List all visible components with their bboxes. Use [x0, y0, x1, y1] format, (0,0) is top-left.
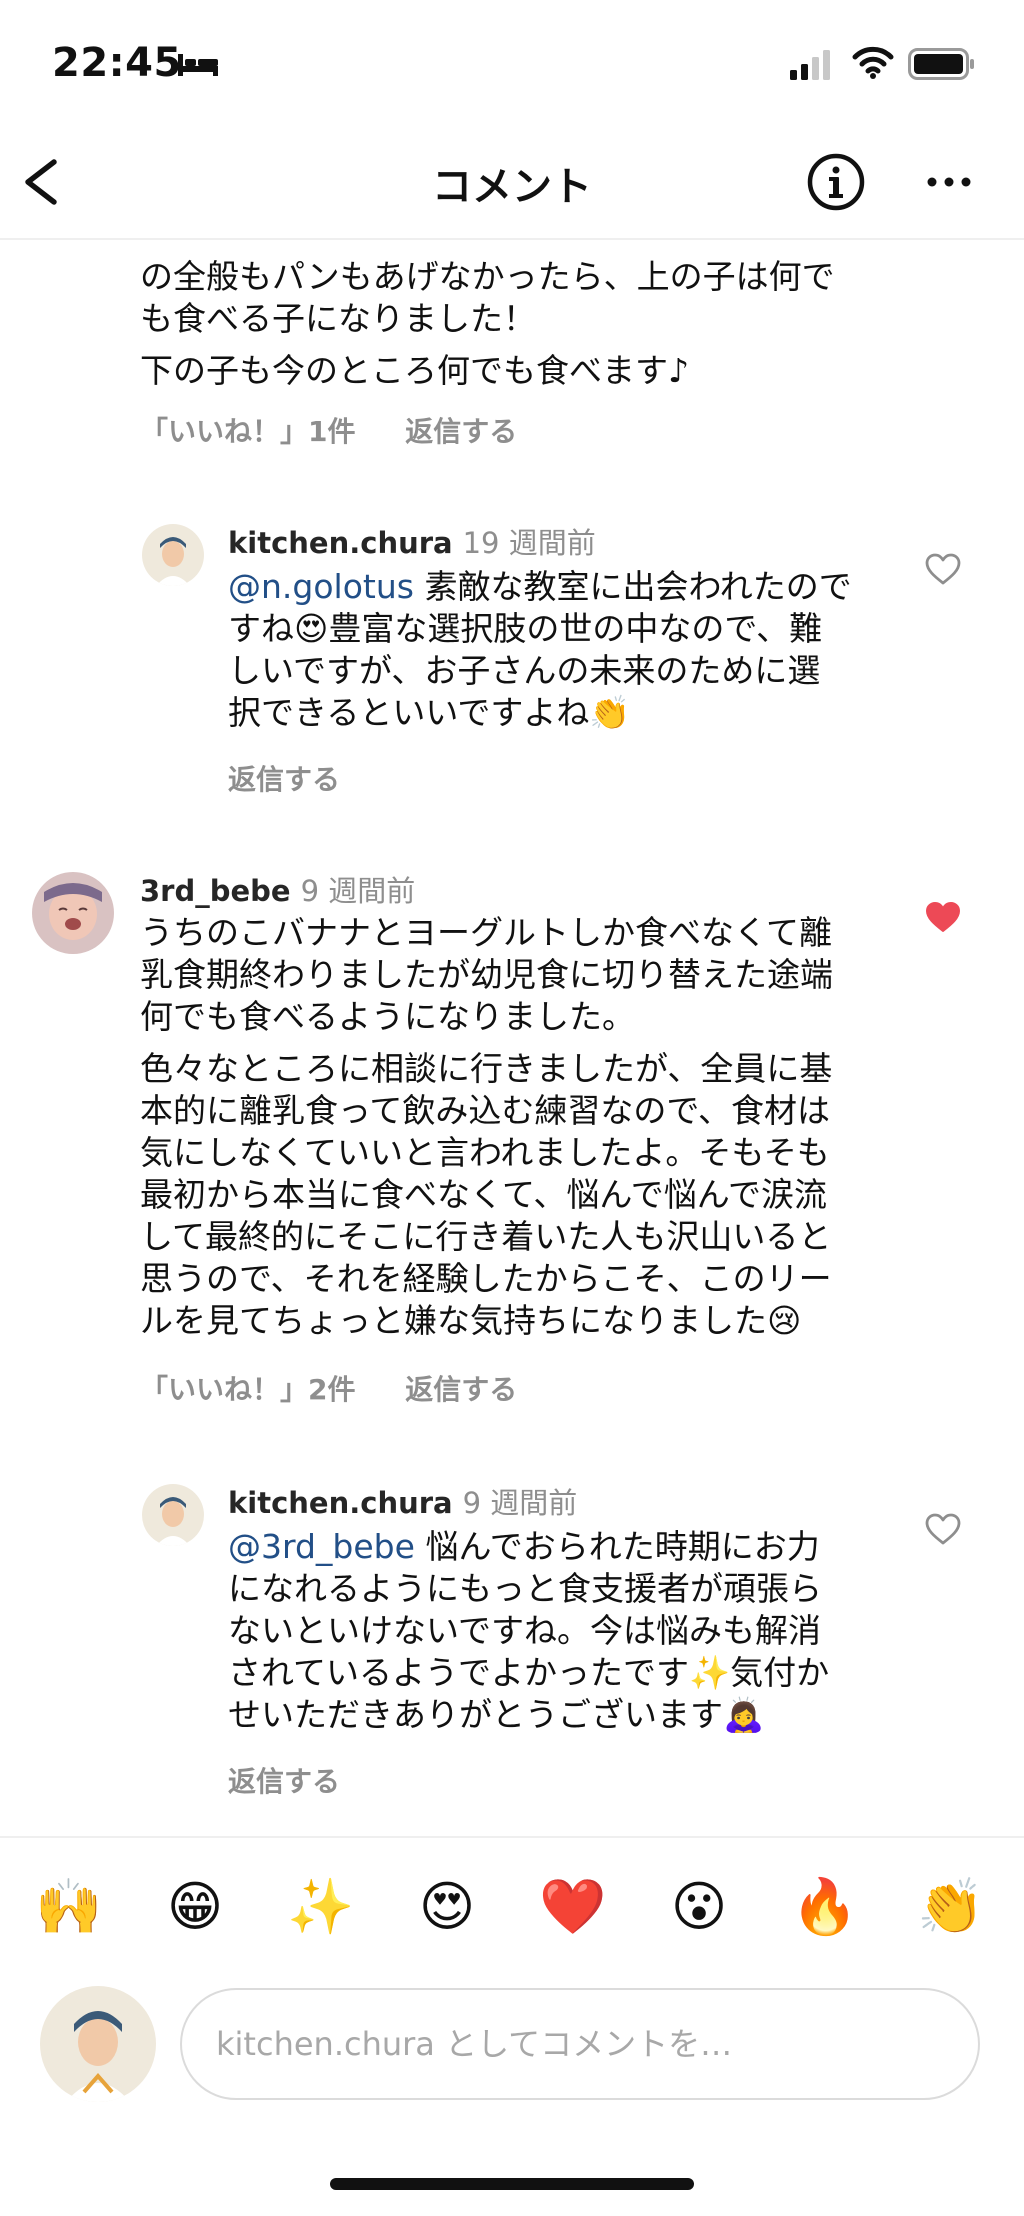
page-title: コメント — [432, 164, 592, 210]
reply-button[interactable]: 返信する — [228, 763, 340, 796]
comment-text: @3rd_bebe 悩んでおられた時期にお力 になれるようにもっと食支援者が頑張… — [228, 1527, 830, 1734]
kitchen-chura-avatar-image — [142, 524, 204, 586]
avatar[interactable] — [142, 524, 204, 586]
comment-meta: 返信する — [228, 1760, 340, 1800]
emoji-grin-button[interactable]: 😁 — [160, 1872, 230, 1942]
more-icon — [927, 177, 971, 187]
comment-header: 3rd_bebe 9 週間前 — [140, 868, 415, 910]
comments-list[interactable]: の全般もパンもあげなかったら、上の子は何で も食べる子になりました！ 下の子も今… — [0, 240, 1024, 1836]
heart-icon[interactable] — [924, 552, 962, 586]
comment-input[interactable] — [180, 1988, 980, 2100]
username[interactable]: 3rd_bebe — [140, 874, 291, 908]
time-ago: 9 週間前 — [462, 1486, 578, 1520]
username[interactable]: kitchen.chura — [228, 1486, 453, 1520]
heart-icon[interactable] — [924, 1512, 962, 1546]
emoji-red-heart-button[interactable]: ❤️ — [538, 1872, 608, 1942]
composer-avatar — [40, 1986, 156, 2102]
time-ago: 19 週間前 — [462, 526, 596, 560]
comment-text: @n.golotus 素敵な教室に出会われたので すね😍豊富な選択肢の世の中なの… — [228, 567, 852, 732]
reply-button[interactable]: 返信する — [405, 1373, 517, 1406]
emoji-sparkles-button[interactable]: ✨ — [286, 1872, 356, 1942]
mention-link[interactable]: @3rd_bebe — [228, 1527, 415, 1566]
likes-count[interactable]: 「いいね！」1件 — [140, 415, 355, 448]
emoji-fire-button[interactable]: 🔥 — [790, 1872, 860, 1942]
baby-avatar-image — [32, 872, 114, 954]
comment-header: kitchen.chura 9 週間前 — [228, 1480, 577, 1522]
emoji-bar-divider — [0, 1836, 1024, 1838]
more-options-button[interactable] — [922, 162, 976, 202]
likes-count[interactable]: 「いいね！」2件 — [140, 1373, 355, 1406]
time-ago: 9 週間前 — [300, 874, 416, 908]
bed-icon — [178, 54, 218, 76]
home-indicator — [330, 2178, 694, 2190]
emoji-heart-eyes-button[interactable]: 😍 — [412, 1872, 482, 1942]
info-icon — [807, 153, 865, 211]
comment-meta: 返信する — [228, 758, 340, 798]
kitchen-chura-avatar-image — [40, 1986, 156, 2102]
reply-button[interactable]: 返信する — [228, 1765, 340, 1798]
emoji-surprised-button[interactable]: 😮 — [664, 1872, 734, 1942]
emoji-raising-hands-button[interactable]: 🙌 — [34, 1872, 104, 1942]
comment-header: kitchen.chura 19 週間前 — [228, 520, 596, 562]
mention-link[interactable]: @n.golotus — [228, 567, 414, 606]
comment-text: うちのこバナナとヨーグルトしか食べなくて離 乳食期終わりましたが幼児食に切り替え… — [140, 913, 833, 1340]
kitchen-chura-avatar-image — [142, 1484, 204, 1546]
info-button[interactable] — [806, 152, 866, 212]
reply-button[interactable]: 返信する — [405, 415, 517, 448]
comment-meta: 「いいね！」2件 返信する — [140, 1368, 517, 1408]
status-time: 22:45 — [52, 40, 182, 86]
username[interactable]: kitchen.chura — [228, 526, 453, 560]
battery-icon — [908, 48, 974, 80]
emoji-clap-button[interactable]: 👏 — [916, 1872, 986, 1942]
avatar[interactable] — [32, 872, 114, 954]
comment-meta: 「いいね！」1件 返信する — [140, 410, 517, 450]
avatar[interactable] — [142, 1484, 204, 1546]
heart-icon[interactable] — [924, 900, 962, 934]
comment-text: の全般もパンもあげなかったら、上の子は何で も食べる子になりました！ 下の子も今… — [140, 257, 835, 390]
wifi-icon — [852, 46, 894, 79]
signal-icon — [790, 50, 830, 80]
